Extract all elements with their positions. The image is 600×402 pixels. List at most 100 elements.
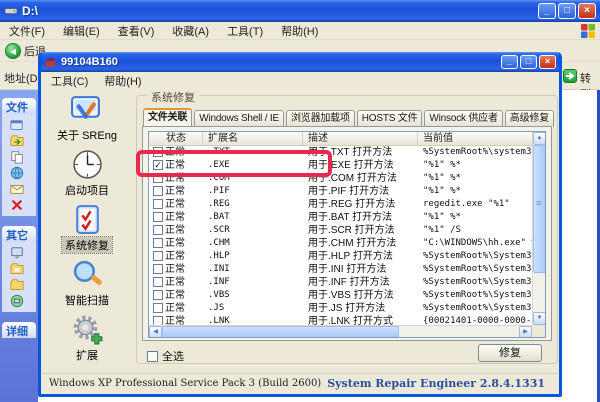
publish-icon[interactable]	[10, 166, 24, 180]
sreng-statusbar: Windows XP Professional Service Pack 3 (…	[41, 373, 559, 394]
go-arrow-icon	[564, 70, 576, 82]
row-checkbox[interactable]	[153, 303, 163, 313]
table-row[interactable]: 正常.JS用于.JS 打开方法%SystemRoot%\System32\	[149, 302, 545, 315]
tab-3[interactable]: HOSTS 文件	[357, 110, 423, 127]
repair-icon	[71, 203, 104, 236]
sreng-menu-0[interactable]: 工具(C)	[43, 73, 96, 89]
windows-logo-icon	[580, 23, 596, 39]
row-checkbox[interactable]	[153, 186, 163, 196]
other-places-header[interactable]: 其它	[2, 226, 36, 242]
tab-2[interactable]: 浏览器加载项	[286, 110, 355, 127]
row-checkbox[interactable]	[153, 277, 163, 287]
row-checkbox[interactable]	[153, 225, 163, 235]
explorer-menu-1[interactable]: 编辑(E)	[54, 23, 109, 39]
documents-icon[interactable]	[10, 262, 24, 276]
vertical-scroll-thumb[interactable]	[533, 145, 546, 273]
vertical-scrollbar[interactable]: ▲ ▼	[532, 132, 545, 325]
horizontal-scroll-thumb[interactable]	[162, 326, 399, 338]
table-row[interactable]: 正常.INI用于.INI 打开方法%SystemRoot%\System32\	[149, 263, 545, 276]
address-label: 地址(D)	[4, 70, 41, 86]
table-row[interactable]: 正常.INF用于.INF 打开方法%SystemRoot%\System32\	[149, 276, 545, 289]
explorer-menu-items: 文件(F)编辑(E)查看(V)收藏(A)工具(T)帮助(H)	[0, 23, 327, 39]
explorer-menu-0[interactable]: 文件(F)	[0, 23, 54, 39]
sreng-close-button[interactable]: ×	[539, 55, 556, 69]
close-button[interactable]: ×	[578, 3, 596, 19]
table-row[interactable]: 正常.CHM用于.CHM 打开方法"C:\WINDOWS\hh.exe" %1	[149, 237, 545, 250]
tab-4[interactable]: Winsock 供应者	[424, 110, 502, 127]
scroll-right-icon[interactable]: ▶	[519, 326, 532, 338]
sidebar-item-about[interactable]: 关于 SREng	[54, 93, 120, 147]
explorer-titlebar: D:\ _ □ ×	[0, 0, 600, 22]
scroll-down-icon[interactable]: ▼	[533, 312, 546, 325]
move-icon[interactable]	[10, 134, 24, 148]
row-checkbox[interactable]	[153, 199, 163, 209]
explorer-menu-3[interactable]: 收藏(A)	[163, 23, 218, 39]
explorer-menu-4[interactable]: 工具(T)	[218, 23, 272, 39]
go-button[interactable]	[563, 69, 577, 83]
email-icon[interactable]	[10, 182, 24, 196]
tab-5[interactable]: 高级修复	[505, 110, 554, 127]
file-association-tab-panel: 状态 扩展名 描述 当前值 正常.TXT用于.TXT 打开方法%SystemRo…	[142, 126, 552, 341]
col-header-description[interactable]: 描述	[303, 132, 418, 145]
explorer-taskpane: 文件 其它 详细	[0, 90, 38, 402]
repair-button[interactable]: 修复	[478, 344, 542, 362]
sreng-maximize-button[interactable]: □	[520, 55, 537, 69]
explorer-menu-2[interactable]: 查看(V)	[109, 23, 164, 39]
explorer-menubar: 文件(F)编辑(E)查看(V)收藏(A)工具(T)帮助(H)	[0, 22, 600, 40]
tab-1[interactable]: Windows Shell / IE	[194, 110, 284, 127]
row-checkbox[interactable]: ✓	[153, 160, 163, 170]
scroll-left-icon[interactable]: ◀	[149, 326, 162, 338]
col-header-status[interactable]: 状态	[149, 132, 203, 145]
minimize-button[interactable]: _	[538, 3, 556, 19]
row-checkbox[interactable]	[153, 264, 163, 274]
table-row[interactable]: ✓正常.EXE用于.EXE 打开方法"%1" %*	[149, 159, 545, 172]
sidebar-item-extension[interactable]: 扩展	[71, 313, 104, 367]
col-header-current-value[interactable]: 当前值	[418, 132, 545, 145]
table-row[interactable]: 正常.SCR用于.SCR 打开方法"%1" /S	[149, 224, 545, 237]
table-row[interactable]: 正常.PIF用于.PIF 打开方法"%1" %*	[149, 185, 545, 198]
details-header[interactable]: 详细	[2, 322, 36, 338]
back-icon: ◀	[5, 43, 21, 59]
col-header-extension[interactable]: 扩展名	[203, 132, 303, 145]
sreng-minimize-button[interactable]: _	[501, 55, 518, 69]
select-all-checkbox[interactable]: 全选	[147, 348, 184, 364]
sidebar-item-startup[interactable]: 启动项目	[62, 148, 112, 202]
table-row[interactable]: 正常.TXT用于.TXT 打开方法%SystemRoot%\system32\	[149, 146, 545, 159]
sidebar-item-repair[interactable]: 系统修复	[62, 203, 112, 257]
row-checkbox[interactable]	[153, 212, 163, 222]
explorer-menu-5[interactable]: 帮助(H)	[272, 23, 327, 39]
row-checkbox[interactable]	[153, 251, 163, 261]
table-row[interactable]: 正常.BAT用于.BAT 打开方法"%1" %*	[149, 211, 545, 224]
row-checkbox[interactable]	[153, 147, 163, 157]
row-checkbox[interactable]	[153, 173, 163, 183]
file-tasks-header[interactable]: 文件	[2, 98, 36, 114]
drive-icon	[4, 4, 18, 18]
row-checkbox[interactable]	[153, 238, 163, 248]
row-checkbox[interactable]	[153, 290, 163, 300]
sreng-menu-1[interactable]: 帮助(H)	[96, 73, 149, 89]
scroll-up-icon[interactable]: ▲	[533, 132, 546, 145]
about-icon	[70, 93, 103, 126]
app-version-text: System Repair Engineer 2.8.4.1331	[327, 377, 545, 390]
tab-0[interactable]: 文件关联	[143, 108, 192, 127]
network-icon[interactable]	[10, 294, 24, 308]
window-icon	[44, 56, 57, 69]
assoc-rows: 正常.TXT用于.TXT 打开方法%SystemRoot%\system32\✓…	[149, 146, 545, 327]
horizontal-scrollbar[interactable]: ◀ ▶	[149, 325, 532, 337]
computer-icon[interactable]	[10, 246, 24, 260]
sidebar-item-scan[interactable]: 智能扫描	[62, 258, 112, 312]
table-header: 状态 扩展名 描述 当前值	[149, 132, 545, 146]
table-row[interactable]: 正常.COM用于.COM 打开方法"%1" %*	[149, 172, 545, 185]
folder-icon[interactable]	[10, 278, 24, 292]
table-row[interactable]: 正常.VBS用于.VBS 打开方法%SystemRoot%\System32\	[149, 289, 545, 302]
select-all-box[interactable]	[147, 351, 158, 362]
delete-icon[interactable]	[10, 198, 24, 212]
rename-icon[interactable]	[10, 118, 24, 132]
copy-icon[interactable]	[10, 150, 24, 164]
table-row[interactable]: 正常.REG用于.REG 打开方法regedit.exe "%1"	[149, 198, 545, 211]
groupbox-title: 系统修复	[147, 89, 199, 105]
explorer-window-title: D:\	[22, 4, 538, 18]
table-row[interactable]: 正常.HLP用于.HLP 打开方法%SystemRoot%\System32\	[149, 250, 545, 263]
maximize-button[interactable]: □	[558, 3, 576, 19]
desktop: D:\ _ □ × 文件(F)编辑(E)查看(V)收藏(A)工具(T)帮助(H)…	[0, 0, 600, 402]
